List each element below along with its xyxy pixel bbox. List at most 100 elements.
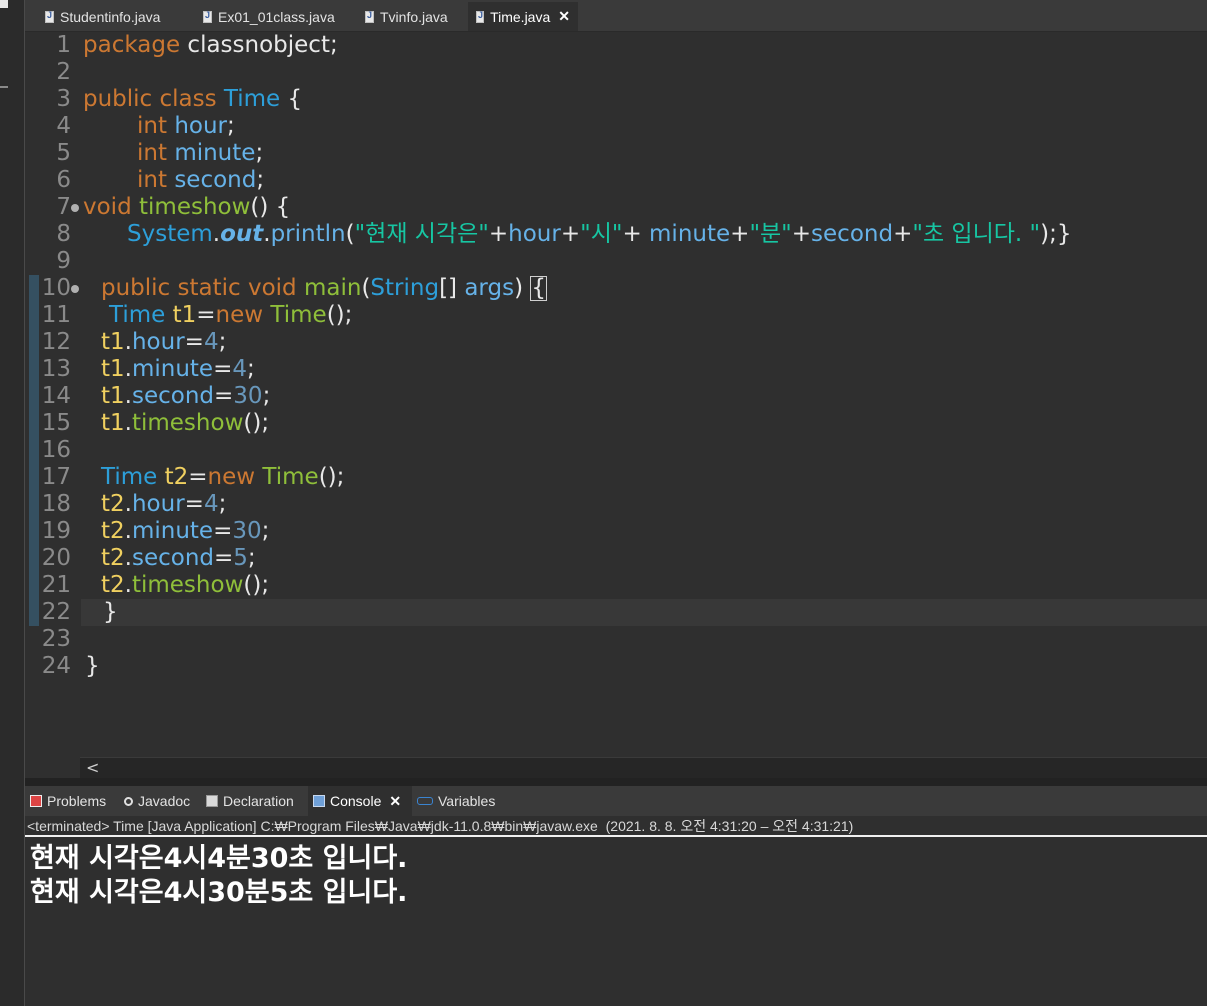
sidebar-marker bbox=[0, 0, 8, 8]
code-text: [] bbox=[439, 275, 465, 301]
local-variable: t1 bbox=[101, 410, 125, 436]
type-name: Time bbox=[109, 302, 166, 328]
code-line: } bbox=[85, 653, 100, 680]
local-variable: t2 bbox=[101, 572, 125, 598]
field-name: minute bbox=[131, 518, 214, 544]
tab-ex01-01class[interactable]: Ex01_01class.java bbox=[195, 2, 343, 31]
line-number: 22 bbox=[41, 599, 71, 625]
fold-marker-icon[interactable] bbox=[71, 204, 79, 212]
field-name: second bbox=[174, 167, 257, 193]
problems-icon bbox=[30, 795, 42, 807]
java-file-icon bbox=[365, 10, 374, 23]
number-literal: 4 bbox=[203, 329, 219, 355]
type-name: Time bbox=[223, 86, 281, 112]
method-name: timeshow bbox=[139, 194, 251, 220]
line-number: 1 bbox=[56, 32, 71, 58]
code-line: package classnobject; bbox=[83, 32, 338, 59]
code-line: Time t2=new Time(); bbox=[101, 464, 345, 490]
line-number: 18 bbox=[41, 491, 71, 517]
line-number: 3 bbox=[56, 86, 71, 112]
tab-label: Declaration bbox=[223, 793, 294, 809]
number-literal: 4 bbox=[203, 491, 219, 517]
horizontal-scrollbar[interactable]: < bbox=[80, 757, 1207, 778]
field-name: minute bbox=[131, 356, 214, 382]
tab-label: Time.java bbox=[490, 8, 551, 25]
code-text: } bbox=[103, 599, 118, 625]
console-output[interactable]: 현재 시각은4시4분30초 입니다. 현재 시각은4시30분5초 입니다. bbox=[25, 838, 1207, 1006]
string-literal: "분" bbox=[749, 221, 792, 247]
console-output-line: 현재 시각은4시4분30초 입니다. bbox=[30, 843, 408, 874]
variables-icon bbox=[417, 797, 433, 805]
code-line: System.out.println("현재 시각은"+hour+"시"+ mi… bbox=[127, 221, 1072, 247]
keyword: new bbox=[207, 464, 256, 490]
method-name: println bbox=[270, 221, 346, 247]
fold-marker-icon[interactable] bbox=[71, 285, 79, 293]
code-line: t1.minute=4; bbox=[101, 356, 255, 382]
java-file-icon bbox=[45, 10, 54, 23]
scroll-left-icon[interactable]: < bbox=[86, 758, 99, 778]
code-line: t2.second=5; bbox=[101, 545, 256, 571]
local-variable: t1 bbox=[101, 383, 125, 409]
line-number-gutter: 1 2 3 4 5 6 7 8 9 10 11 12 13 14 15 16 1… bbox=[25, 32, 81, 757]
code-text: ) bbox=[514, 275, 531, 301]
code-line: public class Time { bbox=[83, 86, 302, 113]
parameter-name: args bbox=[464, 275, 515, 301]
tab-problems[interactable]: Problems bbox=[25, 786, 111, 816]
close-tab-icon[interactable]: ✕ bbox=[558, 8, 570, 25]
field-name: minute bbox=[641, 221, 731, 247]
tab-javadoc[interactable]: Javadoc bbox=[119, 786, 195, 816]
tab-time[interactable]: Time.java ✕ bbox=[468, 2, 578, 31]
code-line: t2.minute=30; bbox=[101, 518, 270, 544]
tab-label: Studentinfo.java bbox=[60, 8, 161, 25]
code-text: () { bbox=[250, 194, 291, 220]
code-line: t1.hour=4; bbox=[101, 329, 227, 355]
line-number: 24 bbox=[41, 653, 71, 679]
code-text: (); bbox=[326, 302, 353, 328]
code-line: int minute; bbox=[137, 140, 264, 166]
method-name: timeshow bbox=[131, 572, 244, 598]
code-text: classnobject; bbox=[180, 32, 338, 58]
number-literal: 5 bbox=[233, 545, 248, 571]
code-line: int hour; bbox=[137, 113, 235, 139]
bottom-panel-tabs: Problems Javadoc Declaration Console ✕ V… bbox=[25, 786, 1207, 816]
line-number: 13 bbox=[41, 356, 71, 382]
type-name: System bbox=[127, 221, 213, 247]
line-number: 8 bbox=[56, 221, 71, 247]
code-line: int second; bbox=[137, 167, 265, 193]
code-editor[interactable]: 1 2 3 4 5 6 7 8 9 10 11 12 13 14 15 16 1… bbox=[25, 32, 1207, 757]
keyword: int bbox=[137, 140, 167, 166]
tab-declaration[interactable]: Declaration bbox=[201, 786, 299, 816]
keyword: new bbox=[215, 302, 264, 328]
code-text: (); bbox=[318, 464, 345, 490]
local-variable: t2 bbox=[164, 464, 189, 490]
code-text: } bbox=[85, 653, 100, 679]
close-tab-icon[interactable]: ✕ bbox=[389, 793, 401, 810]
line-number: 6 bbox=[56, 167, 71, 193]
local-variable: t2 bbox=[101, 518, 125, 544]
tab-label: Ex01_01class.java bbox=[218, 8, 335, 25]
local-variable: t2 bbox=[101, 491, 125, 517]
field-name: hour bbox=[131, 329, 185, 355]
code-line: t2.hour=4; bbox=[101, 491, 227, 517]
code-text-area[interactable]: package classnobject; public class Time … bbox=[83, 32, 1207, 757]
sidebar-marker-line bbox=[0, 86, 8, 88]
local-variable: t1 bbox=[101, 329, 125, 355]
line-number: 21 bbox=[41, 572, 71, 598]
left-sidebar-strip bbox=[0, 0, 25, 1006]
panel-splitter[interactable] bbox=[25, 778, 1207, 786]
line-number: 16 bbox=[41, 437, 71, 463]
tab-tvinfo[interactable]: Tvinfo.java bbox=[357, 2, 456, 31]
code-line: } bbox=[103, 599, 118, 626]
tab-console[interactable]: Console ✕ bbox=[308, 786, 412, 816]
line-number: 9 bbox=[56, 248, 71, 274]
line-number: 23 bbox=[41, 626, 71, 652]
local-variable: t2 bbox=[101, 545, 125, 571]
code-line: t1.timeshow(); bbox=[101, 410, 270, 436]
tab-studentinfo[interactable]: Studentinfo.java bbox=[37, 2, 168, 31]
constructor-name: Time bbox=[270, 302, 327, 328]
field-name: second bbox=[811, 221, 894, 247]
line-number: 2 bbox=[56, 59, 71, 85]
method-name: timeshow bbox=[131, 410, 244, 436]
tab-variables[interactable]: Variables bbox=[412, 786, 500, 816]
field-name: hour bbox=[174, 113, 227, 139]
